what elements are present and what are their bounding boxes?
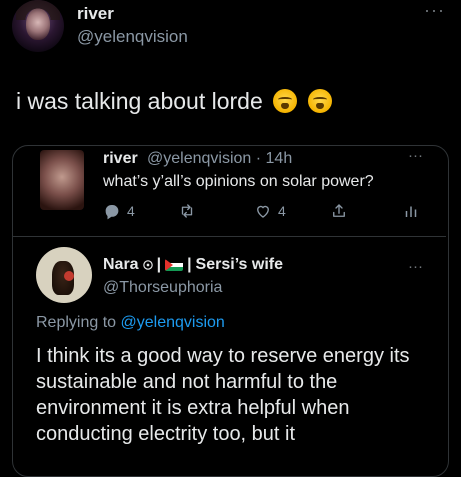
verified-badge-icon (142, 260, 153, 270)
reply-author-avatar[interactable] (36, 247, 92, 303)
reply-more-options-icon[interactable]: ··· (408, 258, 423, 275)
reply-author-name-suffix: Sersi’s wife (195, 256, 283, 273)
name-separator-right: | (187, 256, 192, 273)
reply-author-name-text: Nara (103, 256, 139, 273)
quoted-author-avatar[interactable] (40, 150, 84, 210)
reply-text: I think its a good way to reserve energy… (36, 345, 410, 445)
quoted-author-name[interactable]: river (103, 150, 138, 168)
loudly-crying-face-emoji-icon (273, 89, 298, 113)
share-action[interactable] (330, 202, 348, 220)
author-handle[interactable]: @yelenqvision (77, 27, 188, 47)
tweet-text-content: i was talking about lorde (16, 88, 263, 114)
reply-author-handle[interactable]: @Thorseuphoria (103, 279, 222, 297)
replying-to-prefix: Replying to (36, 314, 121, 331)
like-count: 4 (278, 203, 286, 219)
author-name[interactable]: river (77, 4, 114, 24)
quoted-author-handle[interactable]: @yelenqvision (147, 150, 251, 167)
quoted-text: what’s y’all’s opinions on solar power? (103, 173, 374, 190)
replying-to: Replying to @yelenqvision (36, 314, 225, 332)
heart-icon (257, 205, 269, 218)
like-action[interactable]: 4 (254, 202, 286, 220)
quoted-time[interactable]: · 14h (256, 150, 292, 167)
loudly-crying-face-emoji-icon (307, 89, 332, 113)
retweet-action[interactable] (178, 202, 196, 220)
analytics-icon (405, 206, 417, 217)
analytics-action[interactable] (402, 202, 420, 220)
tweet-text: i was talking about lorde (16, 88, 332, 115)
retweet-icon (181, 204, 193, 218)
quoted-author-handle-line: @yelenqvision · 14h (147, 150, 292, 168)
name-separator-left: | (156, 256, 162, 273)
author-avatar[interactable] (12, 0, 64, 52)
more-options-icon[interactable]: ··· (424, 0, 445, 21)
replying-to-mention[interactable]: @yelenqvision (121, 314, 225, 331)
share-icon (333, 204, 345, 217)
reply-author-name[interactable]: Nara | | Sersi’s wife (103, 256, 283, 274)
thread-divider (13, 236, 446, 237)
reply-action[interactable]: 4 (103, 202, 135, 220)
reply-count: 4 (127, 203, 135, 219)
quoted-more-options-icon[interactable]: ··· (408, 147, 423, 164)
quoted-author-name-text: river (103, 150, 138, 167)
palestine-flag-icon (165, 259, 184, 271)
reply-icon (105, 205, 119, 220)
